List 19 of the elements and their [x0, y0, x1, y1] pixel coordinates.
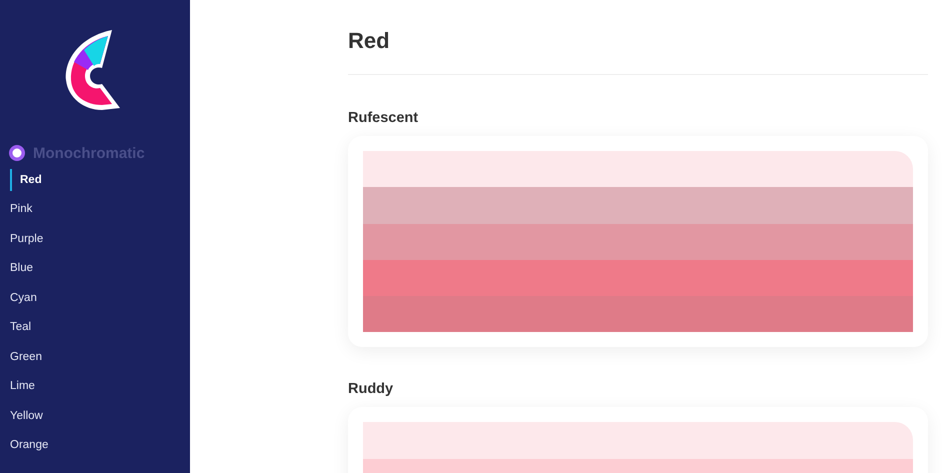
radio-icon[interactable] [8, 144, 26, 162]
page-title: Red [348, 28, 391, 54]
sidebar-item[interactable]: Green [0, 342, 190, 372]
sidebar-item[interactable]: Cyan [0, 283, 190, 312]
palette-name: Rufescent [348, 110, 420, 126]
sidebar-item[interactable]: Blue [0, 254, 190, 283]
color-swatch[interactable] [363, 151, 913, 188]
sidebar-item[interactable]: Purple [0, 224, 190, 254]
sidebar-item[interactable]: Teal [0, 312, 190, 342]
sidebar-item[interactable]: Lime [0, 372, 190, 401]
color-swatch[interactable] [363, 187, 913, 224]
sidebar-item[interactable]: Orange [0, 430, 190, 460]
color-swatch[interactable] [363, 224, 913, 260]
color-swatch[interactable] [363, 260, 913, 296]
color-swatch[interactable] [363, 422, 913, 459]
sidebar-item[interactable]: Yellow [0, 401, 190, 430]
sidebar-item[interactable]: Pink [0, 194, 190, 224]
palette-name: Ruddy [348, 381, 394, 398]
color-swatch[interactable] [363, 296, 913, 332]
